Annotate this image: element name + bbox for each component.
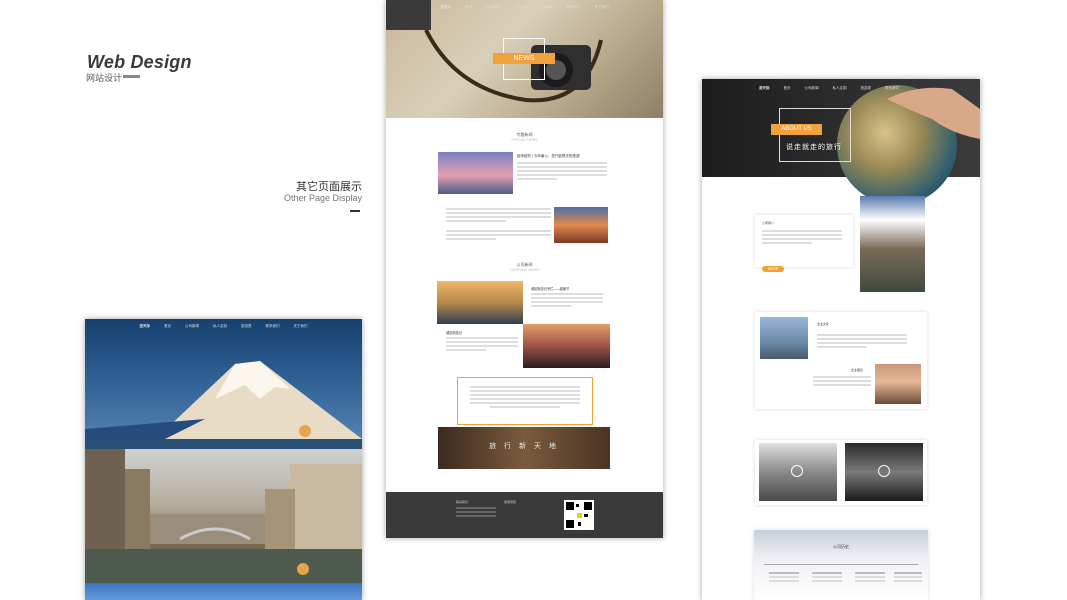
history-timeline [764,564,918,565]
idea-title: 企业理念 [851,368,864,372]
center-nav-item[interactable]: 关于我们 [595,5,609,10]
about-subtitle: 说走就走的旅行 [786,144,842,151]
special-news-subtitle: SPECIAL NEWS [511,138,538,142]
left-page-preview: 游天际 首页 公司新闻 私人定制 旅游类 联系我们 关于我们 [85,319,362,600]
history-card: 公司历史 [754,530,928,600]
play-icon[interactable] [878,465,890,477]
idea-text [813,376,871,388]
mountain-illustration [85,361,362,449]
left-nav: 游天际 首页 公司新闻 私人定制 旅游类 联系我们 关于我们 [85,319,362,333]
right-nav-item[interactable]: 首页 [784,86,791,91]
news-photo-pier [438,152,513,194]
company-news-item2[interactable]: 威尼斯游记 [446,330,516,335]
news-hero-photo: NEWS [386,0,663,118]
intro-card: 公司简介 [755,215,853,267]
left-nav-item[interactable]: 首页 [164,324,171,329]
footer-notice-title: 旅游须知 [504,500,517,504]
qr-pattern [566,502,592,528]
center-nav-item[interactable]: 私人定制 [514,5,528,10]
center-footer: 联系我们 旅游须知 [386,492,663,538]
culture-card: 企业文化 企业理念 [755,312,927,409]
left-logo: 游天际 [139,323,151,328]
news-tag: NEWS [493,53,555,64]
footer-contact-title: 联系我们 [456,500,469,504]
about-tag: ABOUT US [771,124,822,135]
center-nav: 游天际 首页 公司新闻 私人定制 旅游类 联系我们 关于我们 [386,0,663,14]
intro-photo-mountains [860,196,925,292]
about-page-preview: ABOUT US 说走就走的旅行 游天际 首页 公司新闻 私人定制 旅游类 联系… [702,79,980,600]
right-nav-item[interactable]: 旅游类 [861,86,872,91]
quote-text [470,386,580,410]
news-excerpt [517,162,607,182]
idea-photo [875,364,921,404]
section-divider [350,210,360,212]
about-frame [779,108,851,162]
intro-more-button[interactable]: MORE [762,266,784,272]
left-nav-item[interactable]: 旅游类 [241,324,252,329]
right-nav: 游天际 首页 公司新闻 私人定制 旅游类 联系我们 [702,81,980,95]
center-logo: 游天际 [440,4,452,9]
news-page-preview: NEWS 游天际 首页 公司新闻 私人定制 旅游类 联系我们 关于我们 专题新闻… [386,0,663,538]
company-news-excerpt2 [446,337,518,353]
play-icon[interactable] [791,465,803,477]
right-nav-item[interactable]: 公司新闻 [805,86,819,91]
left-nav-item[interactable]: 公司新闻 [185,324,199,329]
section-title: 其它页面展示 [296,181,362,193]
video-card [755,440,927,505]
intro-text [762,230,842,246]
center-nav-item[interactable]: 联系我们 [567,5,581,10]
culture-text [817,334,907,350]
center-nav-item[interactable]: 旅游类 [542,5,553,10]
company-photo-gondola [437,281,523,324]
right-nav-item[interactable]: 私人定制 [833,86,847,91]
qr-code [564,500,594,530]
quote-box [457,377,593,425]
center-nav-item[interactable]: 公司新闻 [486,5,500,10]
sky-photo [85,583,362,600]
history-title: 公司历史 [833,544,849,549]
center-nav-item[interactable]: 首页 [465,5,472,10]
company-news-item1[interactable]: 威尼斯游记专栏——越南节 [531,286,606,291]
banner-text: 旅 行 新 天 地 [489,443,559,450]
left-nav-item[interactable]: 私人定制 [213,324,227,329]
footer-contact-lines [456,507,496,519]
left-nav-item[interactable]: 联系我们 [266,324,280,329]
company-photo-castle [523,324,610,368]
history-entry [894,572,922,584]
left-nav-item[interactable]: 关于我们 [294,324,308,329]
venice-illustration [85,449,362,583]
intro-title: 公司简介 [762,221,775,225]
right-logo: 游天际 [759,85,770,90]
company-news-excerpt1 [531,293,603,309]
right-nav-item[interactable]: 联系我们 [885,86,899,91]
history-entry [812,572,842,584]
page-title: Web Design [87,52,192,72]
history-entry [855,572,885,584]
venice-photo [85,449,362,583]
travel-banner: 旅 行 新 天 地 [438,427,610,469]
culture-photo [760,317,808,359]
page-subtitle: 网站设计 [86,73,123,83]
mountain-photo [85,319,362,449]
title-decoration [123,75,140,78]
section-subtitle: Other Page Display [284,193,363,203]
special-news-headline[interactable]: 越来越热 | 今年最火，您只能想去的旅游! [517,154,617,159]
history-entry [769,572,799,584]
company-news-subtitle: COMPANY NEWS [510,268,539,272]
news-excerpt-2 [446,208,551,242]
culture-title: 企业文化 [817,322,830,326]
news-photo-sunset [554,207,608,243]
